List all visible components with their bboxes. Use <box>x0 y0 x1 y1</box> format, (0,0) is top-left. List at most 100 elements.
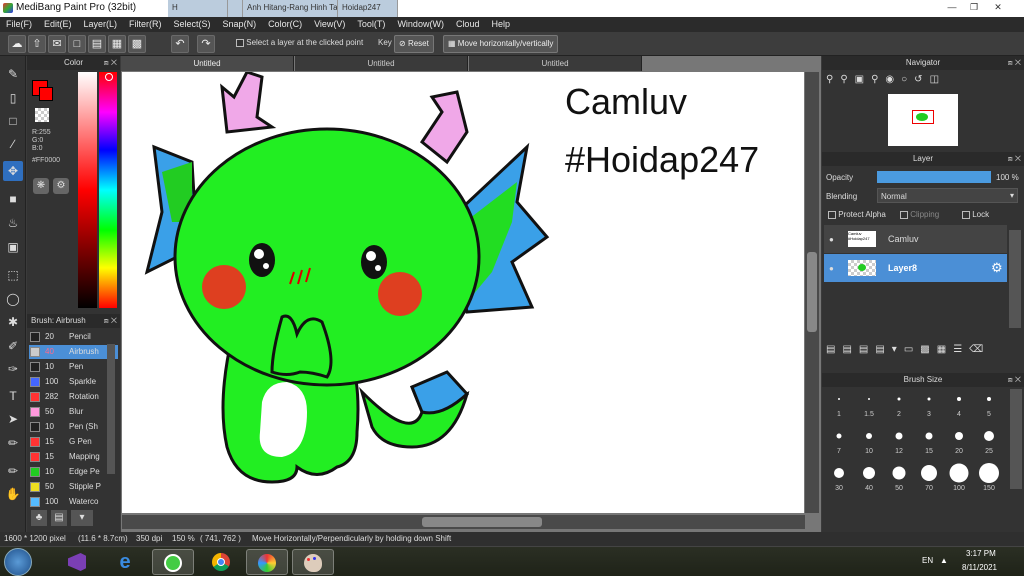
brush-item[interactable]: 100 Sparkle <box>29 375 118 389</box>
transparent-swatch[interactable] <box>35 108 49 122</box>
protect-alpha-checkbox[interactable] <box>828 210 836 219</box>
delete-layer-icon[interactable]: ⌫ <box>969 344 990 355</box>
menu-help[interactable]: Help <box>485 17 516 32</box>
document-icon[interactable]: ▤ <box>88 35 106 53</box>
panel-options-icon[interactable]: ⧈ ✕ <box>1008 152 1021 166</box>
background-tab[interactable]: Hoidap247 <box>338 0 398 17</box>
brush-list-scrollbar[interactable] <box>107 344 115 474</box>
menu-color[interactable]: Color(C) <box>262 17 308 32</box>
move-hv-button[interactable]: ▦ Move horizontally/vertically <box>443 35 559 53</box>
navigator-zoom-icons[interactable]: ⚲⚲▣⚲◉○↺◫ <box>826 74 946 85</box>
brush-size-option[interactable]: 40 <box>854 461 884 497</box>
share-icon[interactable]: ⇧ <box>28 35 46 53</box>
hue-bar[interactable] <box>99 72 117 308</box>
brush-item[interactable]: 10 Pen <box>29 360 118 374</box>
magic-wand-icon[interactable]: ✱ <box>3 312 23 332</box>
eye-icon[interactable]: ● <box>829 235 834 244</box>
color-shade-bar[interactable] <box>78 72 97 308</box>
menu-layer[interactable]: Layer(L) <box>78 17 124 32</box>
document-tab[interactable]: Untitled <box>295 56 468 71</box>
layer-row-selected[interactable]: ● Layer8 ⚙ <box>824 254 1007 282</box>
brush-size-option[interactable]: 70 <box>914 461 944 497</box>
brush-size-option[interactable]: 30 <box>824 461 854 497</box>
document-tab[interactable]: Untitled <box>469 56 642 71</box>
brush-size-option[interactable]: 10 <box>854 424 884 460</box>
gear-icon[interactable]: ⚙ <box>991 260 1003 276</box>
horizontal-scroll-thumb[interactable] <box>422 517 542 527</box>
menu-cloud[interactable]: Cloud <box>450 17 486 32</box>
palette-icon[interactable]: ❋ <box>33 178 49 194</box>
text-tool-icon[interactable]: T <box>3 386 23 406</box>
horizontal-scrollbar[interactable] <box>122 515 805 529</box>
brush-item[interactable]: 15 G Pen <box>29 435 118 449</box>
add-layer-menu-icon[interactable]: ▤▾ <box>875 344 903 355</box>
rectangle-tool-icon[interactable]: □ <box>3 111 23 131</box>
brush-item[interactable]: 40 Airbrush <box>29 345 118 359</box>
brush-item[interactable]: 282 Rotation <box>29 390 118 404</box>
menu-view[interactable]: View(V) <box>308 17 351 32</box>
brush-item[interactable]: 50 Blur <box>29 405 118 419</box>
color-settings-icon[interactable]: ⚙ <box>53 178 69 194</box>
fill-rect-icon[interactable]: ■ <box>3 189 23 209</box>
eyedropper-icon[interactable]: ✏ <box>3 433 23 453</box>
brush-size-option[interactable]: 15 <box>914 424 944 460</box>
brush-size-option[interactable]: 12 <box>884 424 914 460</box>
hand-tool-icon[interactable]: ✋ <box>3 484 23 504</box>
folder-icon[interactable]: ▭ <box>904 344 920 355</box>
line-tool-icon[interactable]: ∕ <box>3 134 23 154</box>
brush-item[interactable]: 20 Pencil <box>29 330 118 344</box>
lasso-tool-icon[interactable]: ◯ <box>3 289 23 309</box>
opacity-slider[interactable] <box>877 171 991 183</box>
divide-tool-icon[interactable]: ✏ <box>3 461 23 481</box>
eye-icon[interactable]: ● <box>829 264 834 273</box>
gradient-tool-icon[interactable]: ▣ <box>3 237 23 257</box>
hue-cursor[interactable] <box>105 73 113 81</box>
select-pen-icon[interactable]: ✐ <box>3 336 23 356</box>
vertical-scroll-thumb[interactable] <box>807 252 817 332</box>
panel-options-icon[interactable]: ⧈ ✕ <box>1008 373 1021 387</box>
brush-size-option[interactable]: 150 <box>974 461 1004 497</box>
brush-size-option[interactable]: 100 <box>944 461 974 497</box>
brush-item[interactable]: 10 Edge Pe <box>29 465 118 479</box>
navigator-preview[interactable] <box>888 94 958 146</box>
brush-size-scrollbar[interactable] <box>1010 389 1022 489</box>
brush-item[interactable]: 10 Pen (Sh <box>29 420 118 434</box>
eraser-tool-icon[interactable]: ▯ <box>3 88 23 108</box>
paint-app-icon[interactable] <box>246 549 288 575</box>
reset-button[interactable]: ⊘ Reset <box>394 35 434 53</box>
select-eraser-icon[interactable]: ✑ <box>3 359 23 379</box>
language-indicator[interactable]: EN <box>922 556 933 565</box>
layer-list-scrollbar[interactable] <box>1009 230 1021 328</box>
paint-palette-icon[interactable] <box>292 549 334 575</box>
add-brush-icon[interactable]: ♣ <box>31 510 47 526</box>
secondary-color-swatch[interactable] <box>39 87 53 101</box>
minimize-button[interactable]: — <box>944 1 960 14</box>
undo-icon[interactable]: ↶ <box>171 35 189 53</box>
menu-file[interactable]: File(F) <box>0 17 38 32</box>
panel-options-icon[interactable]: ⧈ ✕ <box>104 314 117 328</box>
brush-item[interactable]: 100 Waterco <box>29 495 118 509</box>
start-button[interactable] <box>4 548 32 576</box>
brush-size-option[interactable]: 2 <box>884 387 914 423</box>
duplicate-icon[interactable]: ▦ <box>937 344 953 355</box>
brush-size-option[interactable]: 25 <box>974 424 1004 460</box>
lock-checkbox[interactable] <box>962 210 970 219</box>
clock-time[interactable]: 3:17 PM <box>966 549 996 558</box>
clock-date[interactable]: 8/11/2021 <box>962 563 997 572</box>
menu-edit[interactable]: Edit(E) <box>38 17 78 32</box>
visual-studio-icon[interactable] <box>56 549 98 575</box>
comment-icon[interactable]: ✉ <box>48 35 66 53</box>
select-tool-icon[interactable]: ⬚ <box>3 265 23 285</box>
brush-size-option[interactable]: 50 <box>884 461 914 497</box>
background-tab[interactable]: Anh Hitang-Rang Hinh Tai <box>243 0 338 17</box>
brush-tool-icon[interactable]: ✎ <box>3 64 23 84</box>
bucket-tool-icon[interactable]: ♨ <box>3 213 23 233</box>
brush-size-option[interactable]: 3 <box>914 387 944 423</box>
brush-size-option[interactable]: 1.5 <box>854 387 884 423</box>
brush-size-option[interactable]: 4 <box>944 387 974 423</box>
brush-size-option[interactable]: 7 <box>824 424 854 460</box>
background-tab[interactable]: H <box>168 0 228 17</box>
brush-size-option[interactable]: 20 <box>944 424 974 460</box>
cloud-icon[interactable]: ☁ <box>8 35 26 53</box>
drawing-canvas[interactable]: Camluv #Hoidap247 <box>122 72 804 513</box>
